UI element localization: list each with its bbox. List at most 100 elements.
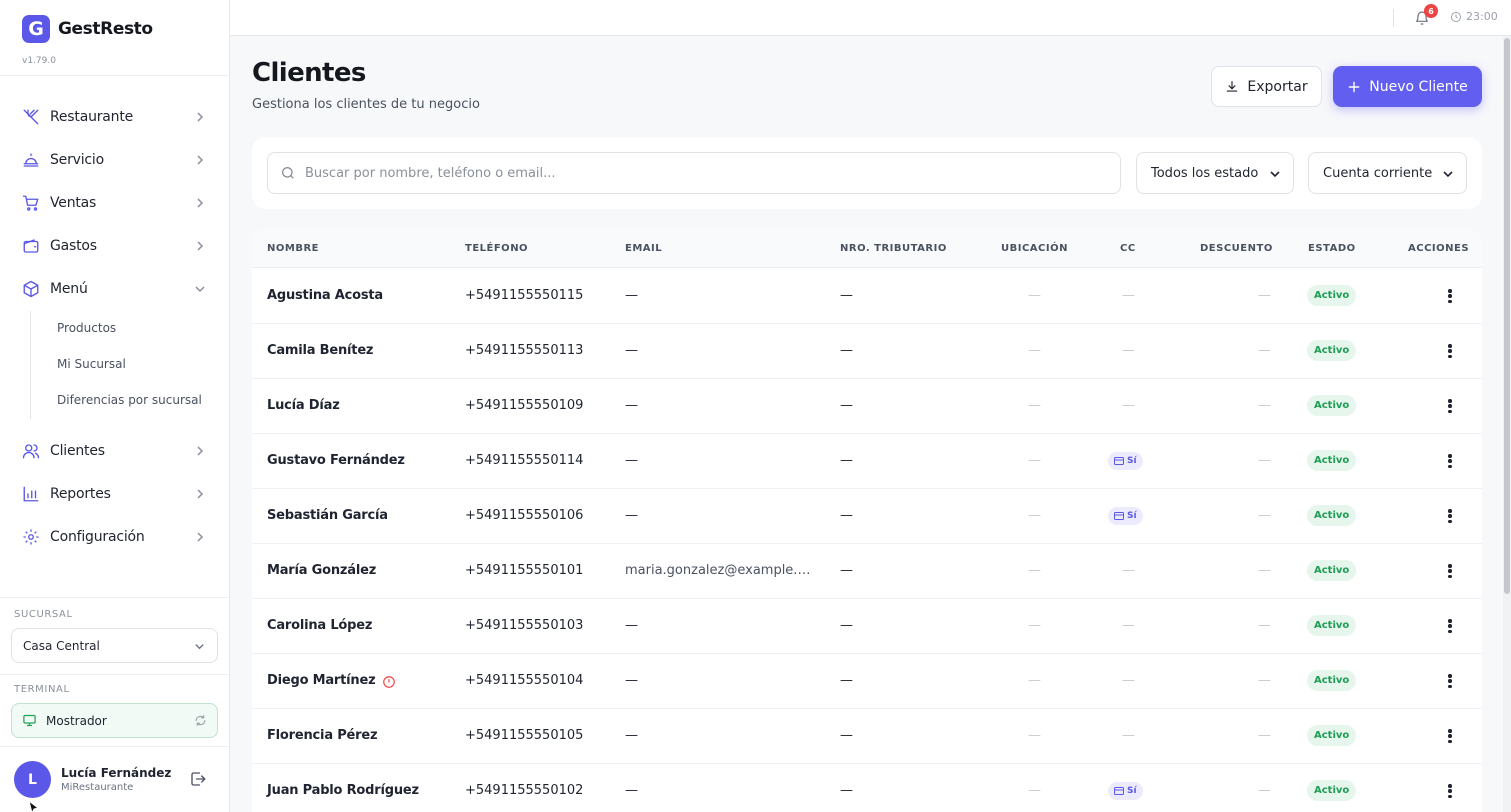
submenu-item-mi-sucursal[interactable]: Mi Sucursal <box>57 357 126 371</box>
new-client-button[interactable]: Nuevo Cliente <box>1333 66 1482 107</box>
status-badge: Activo <box>1307 615 1357 636</box>
column-header-descuento[interactable]: DESCUENTO <box>1200 243 1273 254</box>
table-row[interactable]: Agustina Acosta +5491155550115 — — — — — Activo <box>252 269 1482 324</box>
top-bar: 6 23:00 <box>230 0 1511 36</box>
column-header-telefono[interactable]: TELÉFONO <box>465 243 528 254</box>
client-tax-number: — <box>840 783 853 798</box>
more-actions-icon[interactable] <box>1442 616 1458 636</box>
clients-table: NOMBRE TELÉFONO EMAIL NRO. TRIBUTARIO UB… <box>252 229 1482 812</box>
column-header-nro-tributario[interactable]: NRO. TRIBUTARIO <box>840 243 947 254</box>
client-name[interactable]: Diego Martínez <box>267 673 376 688</box>
client-cc: — <box>1122 673 1135 688</box>
account-filter-select[interactable]: Cuenta corriente <box>1308 152 1467 194</box>
new-client-label: Nuevo Cliente <box>1369 78 1468 95</box>
export-button[interactable]: Exportar <box>1211 66 1322 107</box>
table-row[interactable]: Florencia Pérez +5491155550105 — — — — — Activo <box>252 709 1482 764</box>
client-discount: — <box>1258 563 1271 578</box>
client-cc: — <box>1122 618 1135 633</box>
nav-item-gastos[interactable]: Gastos <box>14 229 216 263</box>
alert-circle-icon[interactable] <box>382 674 396 693</box>
divider <box>0 674 229 675</box>
client-phone: +5491155550105 <box>465 728 584 743</box>
cc-badge: Sí <box>1108 452 1143 470</box>
scrollbar-thumb[interactable] <box>1504 38 1510 594</box>
client-location: — <box>1028 288 1041 303</box>
client-name[interactable]: Sebastián García <box>267 508 388 523</box>
refresh-icon[interactable] <box>194 714 207 727</box>
client-location: — <box>1028 343 1041 358</box>
gear-icon <box>22 528 40 546</box>
client-discount: — <box>1258 728 1271 743</box>
chevron-right-icon <box>197 241 204 251</box>
nav-label: Restaurante <box>50 109 134 125</box>
branch-select[interactable]: Casa Central <box>11 628 218 663</box>
status-filter-select[interactable]: Todos los estado <box>1136 152 1294 194</box>
table-row[interactable]: Juan Pablo Rodríguez +5491155550102 — — — Sí —… <box>252 764 1482 812</box>
table-row[interactable]: Lucía Díaz +5491155550109 — — — — — Activo <box>252 379 1482 434</box>
client-email: — <box>625 453 638 468</box>
submenu-item-productos[interactable]: Productos <box>57 321 116 335</box>
more-actions-icon[interactable] <box>1442 506 1458 526</box>
status-badge: Activo <box>1307 725 1357 746</box>
filter-bar: Buscar por nombre, teléfono o email... T… <box>252 137 1482 209</box>
clock: 23:00 <box>1450 10 1498 23</box>
more-actions-icon[interactable] <box>1442 341 1458 361</box>
table-row[interactable]: Diego Martínez +5491155550104 — — — — — Activo <box>252 654 1482 709</box>
download-icon <box>1227 80 1238 92</box>
nav-item-restaurante[interactable]: Restaurante <box>14 100 216 134</box>
column-header-cc[interactable]: CC <box>1120 243 1136 254</box>
client-discount: — <box>1258 783 1271 798</box>
user-profile[interactable]: L Lucía Fernández MiRestaurante <box>14 761 171 798</box>
divider <box>0 746 229 747</box>
app-version: v1.79.0 <box>22 56 56 66</box>
column-header-email[interactable]: EMAIL <box>625 243 662 254</box>
client-phone: +5491155550109 <box>465 398 584 413</box>
nav-item-ventas[interactable]: Ventas <box>14 186 216 220</box>
nav-item-menu[interactable]: Menú <box>14 272 216 306</box>
package-icon <box>22 280 40 298</box>
client-discount: — <box>1258 453 1271 468</box>
column-header-nombre[interactable]: NOMBRE <box>267 243 319 254</box>
nav-item-servicio[interactable]: Servicio <box>14 143 216 177</box>
chevron-right-icon <box>197 112 204 122</box>
submenu-item-diferencias[interactable]: Diferencias por sucursal <box>57 393 202 407</box>
brand[interactable]: G GestResto <box>22 15 153 43</box>
search-input[interactable]: Buscar por nombre, teléfono o email... <box>267 152 1121 194</box>
more-actions-icon[interactable] <box>1442 561 1458 581</box>
terminal-selector[interactable]: Mostrador <box>11 703 218 738</box>
logout-icon[interactable] <box>189 770 207 788</box>
more-actions-icon[interactable] <box>1442 726 1458 746</box>
client-name[interactable]: Gustavo Fernández <box>267 453 405 468</box>
nav-item-reportes[interactable]: Reportes <box>14 477 216 511</box>
table-row[interactable]: Gustavo Fernández +5491155550114 — — — Sí — Act… <box>252 434 1482 489</box>
client-email: — <box>625 508 638 523</box>
table-row[interactable]: Carolina López +5491155550103 — — — — — Activo <box>252 599 1482 654</box>
client-name[interactable]: Carolina López <box>267 618 372 633</box>
page-title: Clientes <box>252 58 366 88</box>
nav-item-clientes[interactable]: Clientes <box>14 434 216 468</box>
more-actions-icon[interactable] <box>1442 781 1458 801</box>
table-row[interactable]: Camila Benítez +5491155550113 — — — — — Activo <box>252 324 1482 379</box>
table-row[interactable]: Sebastián García +5491155550106 — — — Sí — Acti… <box>252 489 1482 544</box>
client-name[interactable]: María González <box>267 563 376 578</box>
table-row[interactable]: María González +5491155550101 maria.gonzal… <box>252 544 1482 599</box>
column-header-estado[interactable]: ESTADO <box>1308 243 1356 254</box>
more-actions-icon[interactable] <box>1442 451 1458 471</box>
more-actions-icon[interactable] <box>1442 286 1458 306</box>
user-name: Lucía Fernández <box>61 766 172 780</box>
client-location: — <box>1028 728 1041 743</box>
column-header-ubicacion[interactable]: UBICACIÓN <box>1001 243 1068 254</box>
more-actions-icon[interactable] <box>1442 396 1458 416</box>
cc-badge-label: Sí <box>1127 511 1137 521</box>
more-actions-icon[interactable] <box>1442 671 1458 691</box>
client-name[interactable]: Juan Pablo Rodríguez <box>267 783 419 798</box>
client-name[interactable]: Camila Benítez <box>267 343 374 358</box>
client-name[interactable]: Agustina Acosta <box>267 288 383 303</box>
client-name[interactable]: Lucía Díaz <box>267 398 340 413</box>
client-tax-number: — <box>840 398 853 413</box>
nav-item-configuracion[interactable]: Configuración <box>14 520 216 554</box>
client-name[interactable]: Florencia Pérez <box>267 728 378 743</box>
column-header-acciones: ACCIONES <box>1408 243 1470 254</box>
client-discount: — <box>1258 508 1271 523</box>
status-filter-value: Todos los estado <box>1151 165 1259 181</box>
